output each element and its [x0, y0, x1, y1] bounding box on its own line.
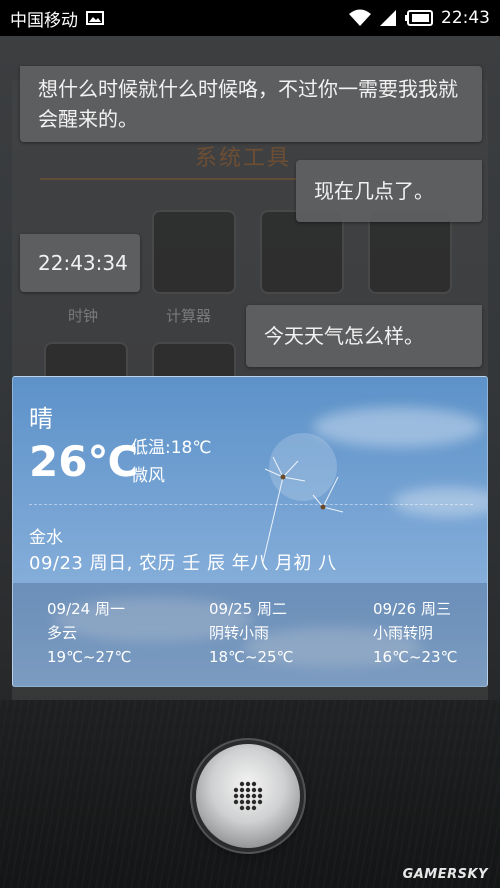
- forecast-strip: 09/24 周一 多云 19℃~27℃ 09/25 周二 阴转小雨 18℃~25…: [13, 583, 487, 686]
- clock: 22:43: [441, 8, 490, 28]
- forecast-day: 09/26 周三 小雨转阴 16℃~23℃: [373, 597, 457, 669]
- forecast-condition: 多云: [47, 624, 78, 642]
- forecast-date: 09/25 周二: [209, 600, 287, 618]
- cloud-decoration: [393, 487, 487, 517]
- forecast-range: 16℃~23℃: [373, 648, 458, 666]
- calculator-app-label: 计算器: [166, 307, 212, 325]
- forecast-range: 18℃~25℃: [209, 648, 294, 666]
- dandelion-icon: [262, 433, 344, 563]
- weather-card[interactable]: 晴 26℃ 低温:18℃ 微风 金水 09/23 周日, 农历 壬 辰 年八 月…: [12, 376, 488, 687]
- forecast-date: 09/24 周一: [47, 600, 125, 618]
- battery-icon: [405, 10, 433, 26]
- image-icon: [86, 10, 104, 26]
- carrier-name: 中国移动: [10, 10, 78, 31]
- microphone-grille-icon: [233, 781, 263, 811]
- user-message: 现在几点了。: [296, 160, 482, 222]
- forecast-day: 09/25 周二 阴转小雨 18℃~25℃: [209, 597, 293, 669]
- weather-divider: [29, 504, 473, 505]
- forecast-date: 09/26 周三: [373, 600, 451, 618]
- current-temperature: 26℃: [29, 437, 139, 486]
- user-message: 今天天气怎么样。: [246, 305, 482, 367]
- recorder-app-tile: [260, 210, 344, 294]
- lunar-date: 09/23 周日, 农历 壬 辰 年八 月初 八: [29, 553, 337, 574]
- low-temperature: 低温:18℃: [131, 438, 212, 458]
- forecast-range: 19℃~27℃: [47, 648, 132, 666]
- microphone-button[interactable]: [196, 744, 300, 848]
- wifi-icon: [349, 9, 371, 27]
- assistant-message: 想什么时候就什么时候咯，不过你一需要我我就会醒来的。: [20, 66, 482, 142]
- status-bar: 中国移动 22:43: [0, 0, 500, 36]
- watermark: GAMERSKY: [402, 867, 488, 882]
- forecast-day: 09/24 周一 多云 19℃~27℃: [47, 597, 131, 669]
- weather-condition: 晴: [29, 405, 53, 433]
- wind-level: 微风: [131, 466, 165, 486]
- assistant-message: 22:43:34: [20, 234, 140, 292]
- signal-icon: [379, 9, 397, 27]
- speaker-app-tile: [368, 210, 452, 294]
- calculator-app-tile: [152, 210, 236, 294]
- city-name: 金水: [29, 528, 63, 548]
- forecast-condition: 阴转小雨: [209, 624, 270, 642]
- folder-title: 系统工具: [195, 146, 292, 171]
- forecast-condition: 小雨转阴: [373, 624, 434, 642]
- clock-app-label: 时钟: [68, 307, 99, 325]
